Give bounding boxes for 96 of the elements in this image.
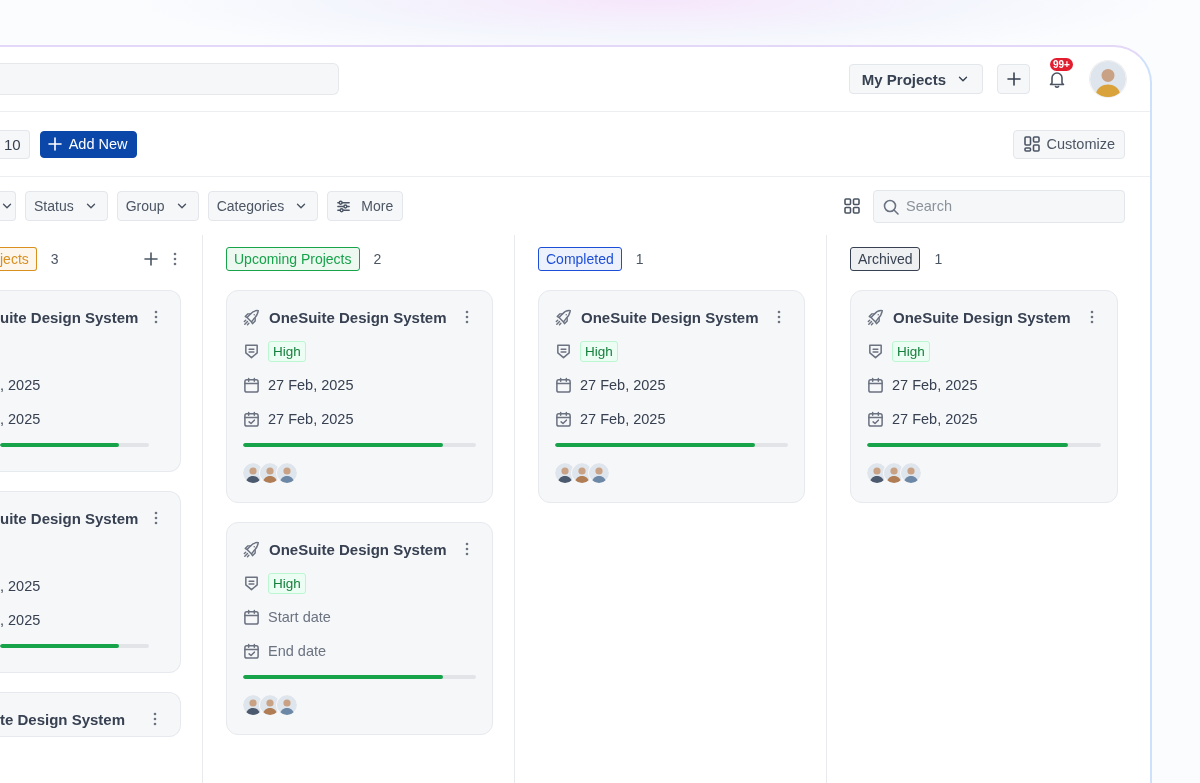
rocket-icon — [555, 308, 573, 326]
avatar — [572, 463, 592, 483]
more-icon[interactable] — [154, 511, 159, 525]
priority-tag: High — [580, 340, 618, 362]
avatar — [243, 463, 263, 483]
grid-view-icon[interactable] — [843, 197, 861, 215]
date-text: 27 Feb, 2025 — [892, 377, 978, 393]
shield-icon — [243, 574, 260, 592]
calendar-icon — [867, 376, 884, 394]
date-text: 27 Feb, 2025 — [580, 377, 666, 393]
date-text: , 2025 — [0, 377, 41, 393]
card-count: 1 — [934, 251, 943, 267]
project-card[interactable]: OneSuite Design System High Start date End date — [226, 522, 493, 735]
card-count: 3 — [50, 251, 59, 267]
avatar — [884, 463, 904, 483]
filter-dropdown[interactable] — [0, 191, 16, 221]
date-text: End date — [268, 643, 327, 659]
card-title: OneSuite Design System — [581, 308, 759, 326]
avatar — [243, 695, 263, 715]
avatar — [260, 463, 280, 483]
avatar — [901, 463, 921, 483]
project-card[interactable]: OneSuite Design System High 27 Feb, 2025 27 Feb, 2025 — [538, 290, 805, 503]
date-text: , 2025 — [0, 578, 41, 594]
date-text: 27 Feb, 2025 — [580, 411, 666, 427]
page-size-button[interactable]: 10 — [0, 129, 30, 159]
shield-icon — [555, 342, 572, 360]
project-card[interactable]: OneSuite Design System High 27 Feb, 2025 27 Feb, 2025 — [850, 290, 1118, 503]
date-text: 27 Feb, 2025 — [892, 411, 978, 427]
customize-button[interactable]: Customize — [1012, 129, 1125, 159]
more-icon[interactable] — [153, 712, 157, 726]
more-icon[interactable] — [173, 252, 177, 266]
search-field[interactable] — [0, 63, 339, 95]
calendar-check-icon — [243, 410, 260, 428]
user-avatar[interactable] — [1090, 61, 1126, 97]
more-icon[interactable] — [154, 310, 159, 324]
rocket-icon — [243, 540, 261, 558]
date-text: , 2025 — [0, 612, 41, 628]
add-new-button[interactable]: Add New — [39, 130, 137, 158]
calendar-icon — [243, 376, 260, 394]
project-card[interactable]: te Design System — [0, 692, 181, 737]
avatar — [260, 695, 280, 715]
card-count: 1 — [635, 251, 644, 267]
notification-badge: 99+ — [1050, 58, 1073, 71]
priority-tag: High — [892, 340, 930, 362]
search-icon — [882, 197, 900, 216]
status-tag: Archived — [850, 247, 921, 271]
filter-dropdown[interactable]: Categories — [207, 191, 319, 221]
layout-icon — [1022, 135, 1041, 153]
status-tag: jects — [0, 247, 37, 271]
card-count: 2 — [373, 251, 382, 267]
calendar-icon — [555, 376, 572, 394]
date-text: , 2025 — [0, 411, 41, 427]
plus-icon[interactable] — [143, 251, 159, 267]
project-card[interactable]: uite Design System , 2025 , 2025 — [0, 290, 181, 472]
rocket-icon — [867, 308, 885, 326]
card-title: OneSuite Design System — [893, 308, 1071, 326]
more-icon[interactable] — [465, 310, 469, 324]
calendar-check-icon — [555, 410, 572, 428]
more-icon[interactable] — [1090, 310, 1094, 324]
more-icon[interactable] — [465, 542, 469, 556]
calendar-check-icon — [867, 410, 884, 428]
project-card[interactable]: OneSuite Design System High 27 Feb, 2025 27 Feb, 2025 — [226, 290, 493, 503]
date-text: 27 Feb, 2025 — [268, 377, 354, 393]
sliders-icon — [336, 198, 352, 214]
status-tag: Completed — [538, 247, 622, 271]
priority-tag: High — [268, 572, 306, 594]
card-title: OneSuite Design System — [269, 308, 447, 326]
shield-icon — [867, 342, 884, 360]
project-card[interactable]: uite Design System , 2025 , 2025 — [0, 491, 181, 673]
avatar — [555, 463, 575, 483]
avatar — [589, 463, 609, 483]
card-title: te Design System — [0, 710, 126, 728]
avatar — [277, 695, 297, 715]
rocket-icon — [243, 308, 261, 326]
notification-bell-icon[interactable] — [1047, 69, 1067, 89]
calendar-icon — [243, 608, 260, 626]
filter-dropdown[interactable]: Group — [116, 191, 199, 221]
status-tag: Upcoming Projects — [226, 247, 360, 271]
more-icon[interactable] — [777, 310, 781, 324]
card-title: uite Design System — [0, 509, 139, 527]
card-title: OneSuite Design System — [269, 540, 447, 558]
priority-tag: High — [268, 340, 306, 362]
filter-dropdown[interactable]: Status — [25, 191, 108, 221]
workspace-dropdown[interactable]: My Projects — [848, 64, 983, 94]
date-text: 27 Feb, 2025 — [268, 411, 354, 427]
date-text: Start date — [268, 609, 331, 625]
more-filters-button[interactable]: More — [327, 191, 404, 221]
card-title: uite Design System — [0, 308, 139, 326]
shield-icon — [243, 342, 260, 360]
avatar — [277, 463, 297, 483]
search-field[interactable]: Search — [873, 189, 1125, 223]
calendar-check-icon — [243, 642, 260, 660]
plus-icon — [1005, 71, 1022, 87]
add-button[interactable] — [997, 64, 1030, 94]
avatar — [867, 463, 887, 483]
plus-icon — [46, 136, 63, 152]
